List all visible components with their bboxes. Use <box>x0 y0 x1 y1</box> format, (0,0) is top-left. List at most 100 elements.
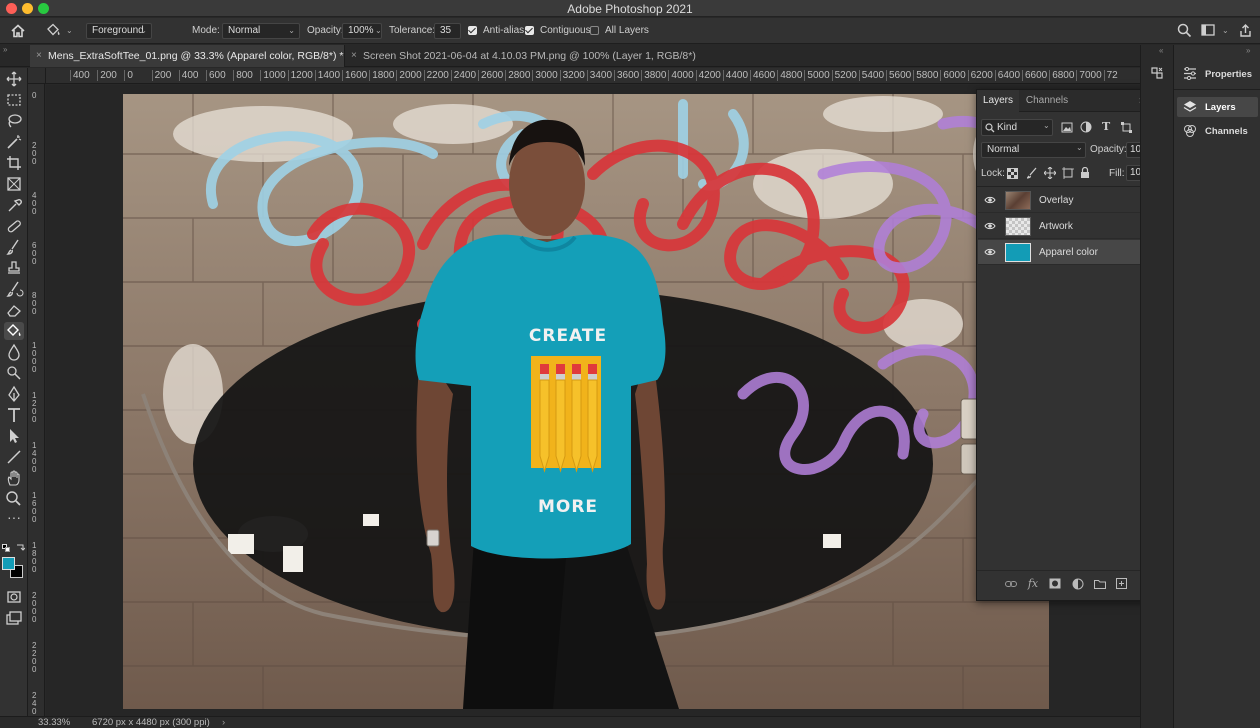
eyedropper-tool-icon[interactable] <box>4 196 24 214</box>
new-adjustment-layer-icon[interactable] <box>1072 578 1084 590</box>
zoom-level[interactable]: 33.33% <box>38 717 70 728</box>
filter-type-icon[interactable]: T <box>1102 120 1110 133</box>
screen-mode-icon[interactable] <box>4 609 24 627</box>
layer-style-fx-icon[interactable]: fx <box>1027 578 1039 590</box>
layer-row-artwork[interactable]: Artwork <box>978 214 1161 239</box>
blend-mode-select[interactable]: Normal ⌄ <box>981 142 1086 158</box>
quick-mask-icon[interactable] <box>4 588 24 606</box>
fill-source-select[interactable]: Foreground ⌄ <box>86 23 152 39</box>
visibility-eye-icon[interactable] <box>984 246 996 258</box>
visibility-eye-icon[interactable] <box>984 220 996 232</box>
opacity-chevron-icon[interactable]: ⌄ <box>375 23 382 39</box>
visibility-eye-icon[interactable] <box>984 194 996 206</box>
ruler-tick-label: 400 <box>178 70 198 81</box>
ruler-tick-label: 0 <box>124 70 133 81</box>
chevron-down-icon: ⌄ <box>1043 121 1050 130</box>
history-brush-tool-icon[interactable] <box>4 280 24 298</box>
magic-wand-tool-icon[interactable] <box>4 133 24 151</box>
tool-preset-chevron-icon[interactable]: ⌄ <box>66 23 73 39</box>
properties-panel-tab[interactable]: Properties <box>1174 63 1260 85</box>
type-tool-icon[interactable] <box>4 406 24 424</box>
tolerance-input[interactable]: 35 <box>434 23 461 39</box>
new-layer-icon[interactable] <box>1116 578 1127 589</box>
add-mask-icon[interactable] <box>1049 578 1061 589</box>
pencils-artwork <box>531 356 601 473</box>
workspace-chevron-icon[interactable]: ⌄ <box>1222 23 1229 39</box>
workspace-icon[interactable] <box>1201 24 1216 37</box>
ruler-tick-label: 0 <box>32 91 37 100</box>
hand-tool-icon[interactable] <box>4 469 24 487</box>
layer-row-overlay[interactable]: Overlay <box>978 188 1161 213</box>
filter-kind-select[interactable]: Kind ⌄ <box>981 119 1053 136</box>
close-tab-icon[interactable]: × <box>351 45 357 67</box>
mode-select[interactable]: Normal ⌄ <box>222 23 300 39</box>
lock-pixels-icon[interactable] <box>1026 167 1038 179</box>
contiguous-checkbox[interactable] <box>525 26 534 35</box>
search-icon[interactable] <box>1177 23 1192 38</box>
layer-row-apparel-color[interactable]: Apparel color <box>978 240 1161 265</box>
marquee-tool-icon[interactable] <box>4 91 24 109</box>
channels-panel-tab[interactable]: Channels <box>1177 121 1258 141</box>
filter-adjustment-icon[interactable] <box>1080 121 1092 133</box>
collapse-toolbar-icon[interactable]: » <box>3 45 7 54</box>
lock-transparent-icon[interactable] <box>1007 168 1018 179</box>
dodge-tool-icon[interactable] <box>4 364 24 382</box>
ruler-tick-label: 5800 <box>913 70 938 81</box>
lock-label: Lock: <box>981 168 1005 179</box>
contiguous-label: Contiguous <box>540 25 591 36</box>
filter-pixel-icon[interactable] <box>1061 122 1073 133</box>
brush-tool-icon[interactable] <box>4 238 24 256</box>
ruler-tick-label: 2800 <box>505 70 530 81</box>
layer-name: Apparel color <box>1039 247 1098 258</box>
status-chevron-icon[interactable]: › <box>222 717 225 728</box>
swap-colors-icon[interactable] <box>16 542 25 551</box>
pen-tool-icon[interactable] <box>4 385 24 403</box>
tab-channels[interactable]: Channels <box>1023 90 1071 112</box>
healing-brush-tool-icon[interactable] <box>4 217 24 235</box>
mode-label: Mode: <box>192 25 220 36</box>
collapse-dock-icon[interactable]: « <box>1159 46 1163 55</box>
all-layers-checkbox[interactable] <box>590 26 599 35</box>
path-selection-tool-icon[interactable] <box>4 427 24 445</box>
tab-layers[interactable]: Layers <box>977 90 1019 112</box>
more-tools-icon[interactable]: ··· <box>4 510 24 529</box>
layers-label: Layers <box>1205 102 1236 113</box>
lock-artboard-icon[interactable] <box>1062 167 1074 179</box>
home-icon[interactable] <box>10 23 26 39</box>
close-tab-icon[interactable]: × <box>36 45 42 67</box>
clone-stamp-tool-icon[interactable] <box>4 259 24 277</box>
line-tool-icon[interactable] <box>4 448 24 466</box>
history-panel-icon[interactable] <box>1150 66 1164 80</box>
foreground-color-swatch[interactable] <box>2 557 15 570</box>
tab-screen-shot[interactable]: × Screen Shot 2021-06-04 at 4.10.03 PM.p… <box>344 45 704 67</box>
zoom-tool-icon[interactable] <box>4 490 24 508</box>
crop-tool-icon[interactable] <box>4 154 24 172</box>
tab-mens-tee[interactable]: × Mens_ExtraSoftTee_01.png @ 33.3% (Appa… <box>30 45 344 67</box>
move-tool-icon[interactable] <box>4 70 24 88</box>
vertical-ruler[interactable]: 0 200 400 600 800 1000 1200 1400 1600 1800 2000 220… <box>28 84 45 716</box>
layer-thumbnail-artwork <box>1005 217 1031 236</box>
frame-tool-icon[interactable] <box>4 175 24 193</box>
eraser-tool-icon[interactable] <box>4 301 24 319</box>
horizontal-ruler[interactable]: 400 200 0 200 400 600 800 1000 1200 1400 1600 1800 2… <box>46 68 1140 84</box>
ruler-tick-label: 5000 <box>804 70 830 81</box>
lasso-tool-icon[interactable] <box>4 112 24 130</box>
ruler-tick-label: 72 <box>1103 70 1118 81</box>
new-group-icon[interactable] <box>1094 579 1106 589</box>
share-icon[interactable] <box>1238 23 1253 38</box>
blend-mode-value: Normal <box>987 144 1020 155</box>
lock-position-icon[interactable] <box>1044 167 1056 179</box>
ruler-origin[interactable] <box>28 68 46 84</box>
anti-alias-checkbox[interactable] <box>468 26 477 35</box>
lock-all-icon[interactable] <box>1080 167 1090 179</box>
default-colors-icon[interactable] <box>2 544 10 552</box>
expand-dock-icon[interactable]: » <box>1246 46 1250 55</box>
link-layers-icon[interactable] <box>1005 579 1017 589</box>
paint-bucket-tool-button[interactable] <box>4 322 24 340</box>
ruler-tick-label: 2000 <box>32 591 37 624</box>
blur-tool-icon[interactable] <box>4 343 24 361</box>
filter-shape-icon[interactable] <box>1121 122 1132 133</box>
paint-bucket-icon[interactable] <box>44 23 62 39</box>
chevron-down-icon: ⌄ <box>1076 143 1083 152</box>
layers-panel-tab[interactable]: Layers <box>1177 97 1258 117</box>
